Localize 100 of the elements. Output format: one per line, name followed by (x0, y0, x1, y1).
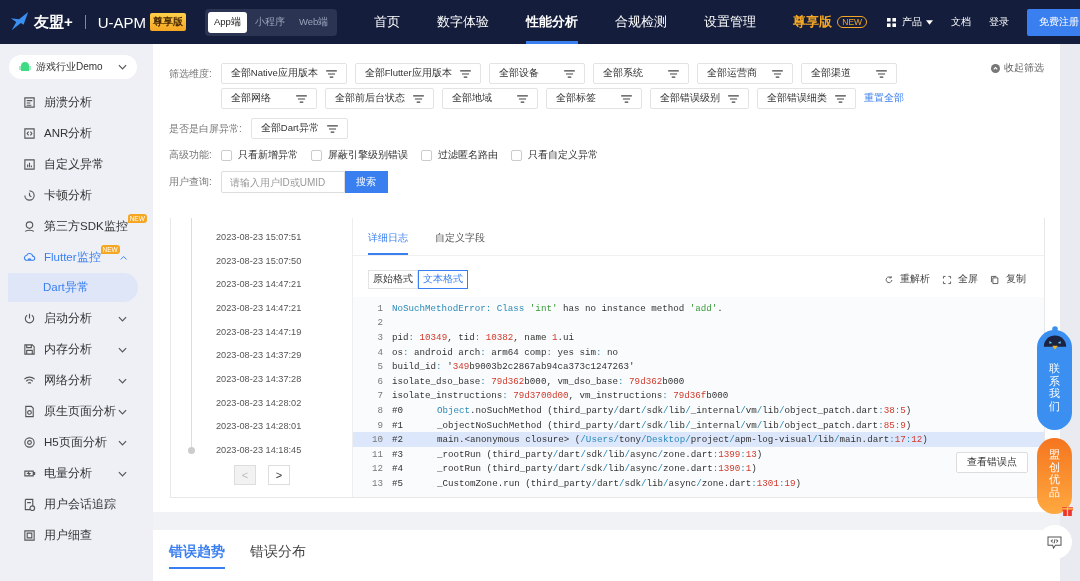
line-number: 3 (376, 332, 384, 343)
log-tab[interactable]: 自定义字段 (435, 232, 485, 255)
filter-dropdown[interactable]: 全部错误级别 (649, 88, 749, 109)
nav-tab[interactable]: 数字体验 (437, 0, 490, 44)
sidebar-label: 电量分析 (44, 466, 92, 481)
log-action-button[interactable]: 全屏 (942, 273, 978, 286)
clock-icon (23, 189, 36, 202)
line-number: 10 (370, 434, 384, 446)
sidebar-item[interactable]: 崩溃分析 (0, 87, 153, 118)
sidebar-item[interactable]: 内存分析 (0, 334, 153, 365)
view-error-point-button[interactable]: 查看错误点 (956, 452, 1028, 473)
filter-dropdown[interactable]: 全部设备 (488, 63, 585, 84)
filter-dropdown[interactable]: 全部地域 (441, 88, 538, 109)
log-action-button[interactable]: 重解析 (884, 273, 930, 286)
chart-tab[interactable]: 错误趋势 (169, 543, 225, 569)
filter-icon (412, 94, 424, 103)
grid-icon (887, 17, 897, 27)
code-line: isolate_instructions: 79d3700d00, vm_instructions: 79d36fb000 (392, 390, 729, 402)
filter-dropdown[interactable]: 全部网络 (220, 88, 317, 109)
power-icon (23, 312, 36, 325)
next-page-button[interactable]: > (268, 464, 290, 485)
product-name: U-APM (97, 13, 147, 31)
sidebar-item[interactable]: 网络分析 (0, 365, 153, 396)
sidebar-item[interactable]: 自定义异常 (0, 149, 153, 180)
sidebar-item[interactable]: H5页面分析 (0, 427, 153, 458)
sidebar-label: 网络分析 (44, 373, 92, 388)
line-number: 4 (376, 346, 384, 358)
code-line: #2 main.<anonymous closure> (/Users/tony/Desktop/project/apm-log-visual/lib/main.dart:17:12) (392, 434, 928, 446)
platform-tab[interactable]: Web端 (292, 11, 335, 33)
code-line: isolate_dso_base: 79d362b000, vm_dso_base: 79d362b000 (392, 375, 685, 387)
sidebar-item[interactable]: ANR分析 (0, 118, 153, 149)
filter-dropdown[interactable]: 全部错误细类 (756, 88, 856, 109)
platform-tab[interactable]: App端 (208, 11, 247, 33)
nav-tab[interactable]: 设置管理 (704, 0, 757, 44)
format-toggle[interactable]: 原始格式 (368, 270, 418, 289)
sidebar-label: 卡顿分析 (44, 188, 92, 203)
log-action-button[interactable]: 复制 (990, 273, 1026, 286)
filter-dropdown[interactable]: 全部Native应用版本 (220, 63, 347, 84)
search-button[interactable]: 搜索 (344, 171, 388, 193)
sidebar-label: H5页面分析 (44, 435, 107, 450)
chart-icon (23, 158, 36, 171)
chart-tab[interactable]: 错误分布 (250, 543, 306, 569)
code-icon (23, 127, 36, 140)
sidebar-item[interactable]: 卡顿分析 (0, 180, 153, 211)
filter-icon (875, 69, 887, 78)
edition-badge: 尊享版 (150, 13, 187, 31)
project-select[interactable]: 游戏行业Demo (9, 55, 137, 79)
crash-time-item[interactable]: 2023-08-23 14:47:21 (216, 302, 302, 313)
line-number: 12 (370, 463, 384, 475)
filter-dropdown[interactable]: 全部系统 (592, 63, 689, 84)
products-menu[interactable]: 产品 (902, 15, 923, 29)
sidebar-label: Flutter监控 (44, 250, 101, 265)
line-number: 5 (376, 361, 384, 373)
crash-time-item[interactable]: 2023-08-23 14:18:45 (216, 445, 302, 456)
collapse-filter-link[interactable]: 收起筛选 (991, 62, 1044, 75)
crash-time-item[interactable]: 2023-08-23 15:07:51 (216, 231, 302, 242)
checkbox[interactable] (220, 149, 232, 161)
copy-icon (990, 274, 1000, 285)
crash-time-item[interactable]: 2023-08-23 14:47:21 (216, 279, 302, 290)
checkbox[interactable] (420, 149, 432, 161)
reset-link[interactable]: 重置全部 (863, 92, 904, 105)
format-toggle[interactable]: 文本格式 (418, 270, 468, 289)
crash-time-item[interactable]: 2023-08-23 14:37:29 (216, 350, 302, 361)
code-line: #3 _rootRun (third_party/dart/sdk/lib/async/zone.dart:1399:13) (392, 448, 763, 460)
sidebar-label: 崩溃分析 (44, 95, 92, 110)
sidebar-label: 启动分析 (44, 311, 92, 326)
user-search-field[interactable]: 请输入用户ID或UMID (220, 171, 345, 193)
filter-dropdown[interactable]: 全部前后台状态 (324, 88, 434, 109)
crash-time-item[interactable]: 2023-08-23 14:28:02 (216, 397, 302, 408)
android-icon (19, 61, 31, 73)
crash-time-item[interactable]: 2023-08-23 14:28:01 (216, 421, 302, 432)
platform-tab[interactable]: 小程序 (248, 11, 291, 33)
filter-icon (667, 69, 679, 78)
checkbox[interactable] (310, 149, 322, 161)
checkbox[interactable] (510, 149, 522, 161)
docs-link[interactable]: 文档 (951, 15, 972, 29)
nav-tab[interactable]: 合规检测 (615, 0, 668, 44)
session-icon (23, 498, 36, 511)
nav-tab[interactable]: 首页 (374, 0, 401, 44)
sidebar-item[interactable]: 启动分析 (0, 303, 153, 334)
filter-dropdown[interactable]: 全部Flutter应用版本 (354, 63, 481, 84)
crash-time-item[interactable]: 2023-08-23 15:07:50 (216, 255, 302, 266)
premium-link[interactable]: 尊享版 (793, 13, 833, 31)
sidebar-item[interactable]: 原生页面分析 (0, 396, 153, 427)
login-link[interactable]: 登录 (989, 15, 1010, 29)
filter-dropdown[interactable]: 全部标签 (545, 88, 642, 109)
wifi-icon (23, 374, 36, 387)
sidebar-item[interactable]: 用户会话追踪 (0, 489, 153, 520)
log-tab[interactable]: 详细日志 (368, 232, 408, 255)
filter-icon (459, 69, 471, 78)
filter-dropdown[interactable]: 全部Dart异常 (250, 118, 348, 139)
sidebar-item[interactable]: 用户细查 (0, 520, 153, 551)
filter-dropdown[interactable]: 全部运营商 (696, 63, 793, 84)
sidebar-item[interactable]: 电量分析 (0, 458, 153, 489)
signup-button[interactable]: 免费注册 (1027, 8, 1080, 36)
code-line: #1 _objectNoSuchMethod (third_party/dart/sdk/lib/_internal/vm/lib/object_patch.dart:85:9) (392, 419, 912, 431)
crash-time-item[interactable]: 2023-08-23 14:47:19 (216, 326, 302, 337)
filter-dropdown[interactable]: 全部渠道 (800, 63, 897, 84)
crash-time-item[interactable]: 2023-08-23 14:37:28 (216, 373, 302, 384)
code-line: pid: 10349, tid: 10382, name 1.ui (392, 332, 574, 343)
